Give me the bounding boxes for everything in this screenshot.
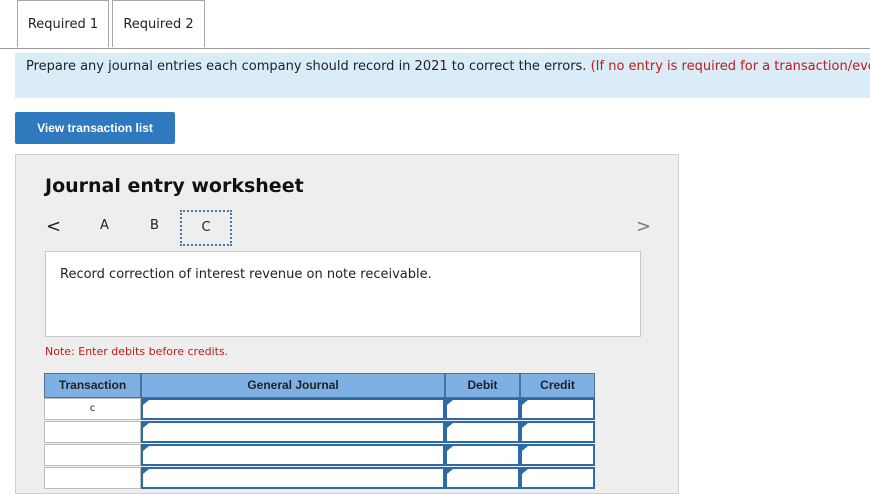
credit-input[interactable]: [520, 444, 595, 466]
column-header-transaction: Transaction: [44, 373, 141, 398]
transaction-nav-c[interactable]: C: [180, 210, 232, 246]
dropdown-marker-icon: [447, 400, 453, 405]
dropdown-marker-icon: [522, 400, 528, 405]
general-journal-input[interactable]: [141, 398, 445, 420]
chevron-left-icon[interactable]: <: [46, 216, 61, 237]
dropdown-marker-icon: [143, 400, 149, 405]
journal-entry-worksheet: Journal entry worksheet < A B C > Record…: [15, 154, 679, 494]
description-text: Record correction of interest revenue on…: [60, 267, 432, 282]
worksheet-title: Journal entry worksheet: [45, 175, 304, 197]
column-header-credit: Credit: [520, 373, 595, 398]
debit-input[interactable]: [445, 421, 520, 443]
table-row-transaction-cell: c: [44, 398, 141, 420]
credit-input[interactable]: [520, 421, 595, 443]
view-transaction-list-button[interactable]: View transaction list: [15, 112, 175, 144]
dropdown-marker-icon: [522, 423, 528, 428]
debit-input[interactable]: [445, 444, 520, 466]
debit-input[interactable]: [445, 467, 520, 489]
dropdown-marker-icon: [143, 423, 149, 428]
credit-input[interactable]: [520, 467, 595, 489]
credit-input[interactable]: [520, 398, 595, 420]
tab-required-2[interactable]: Required 2: [112, 0, 205, 47]
tab-bar: Required 1 Required 2: [0, 0, 870, 49]
column-header-general-journal: General Journal: [141, 373, 445, 398]
general-journal-input[interactable]: [141, 421, 445, 443]
dropdown-marker-icon: [447, 469, 453, 474]
chevron-right-icon[interactable]: >: [636, 216, 651, 237]
dropdown-marker-icon: [143, 446, 149, 451]
instructions-text: Prepare any journal entries each company…: [26, 59, 587, 74]
table-row-transaction-cell: [44, 421, 141, 443]
transaction-description: Record correction of interest revenue on…: [45, 251, 641, 337]
general-journal-input[interactable]: [141, 467, 445, 489]
debit-credit-note: Note: Enter debits before credits.: [45, 345, 229, 358]
column-header-debit: Debit: [445, 373, 520, 398]
dropdown-marker-icon: [447, 423, 453, 428]
table-row-transaction-cell: [44, 467, 141, 489]
tab-required-1[interactable]: Required 1: [17, 0, 109, 47]
transaction-nav-b[interactable]: B: [150, 218, 159, 233]
dropdown-marker-icon: [522, 446, 528, 451]
transaction-nav-a[interactable]: A: [100, 218, 109, 233]
debit-input[interactable]: [445, 398, 520, 420]
general-journal-input[interactable]: [141, 444, 445, 466]
dropdown-marker-icon: [447, 446, 453, 451]
dropdown-marker-icon: [522, 469, 528, 474]
instructions-panel: Prepare any journal entries each company…: [15, 53, 870, 98]
dropdown-marker-icon: [143, 469, 149, 474]
table-row-transaction-cell: [44, 444, 141, 466]
instructions-hint: (If no entry is required for a transacti…: [590, 59, 870, 74]
